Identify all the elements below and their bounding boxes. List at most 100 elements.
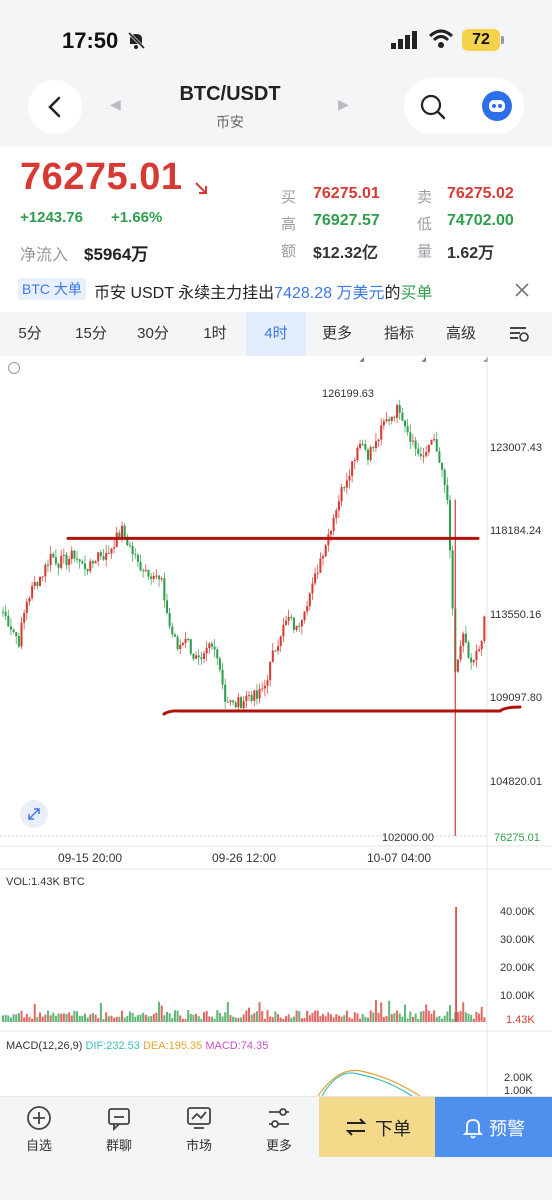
candle [470,657,473,663]
candle [78,559,81,562]
volume-bar [306,1010,309,1022]
x-label-3: 10-07 04:00 [367,851,431,865]
candle [115,532,118,548]
price-change: +1243.76 [20,209,83,226]
volume-bar [173,1010,176,1022]
volume-bar [9,1017,12,1022]
chat-icon [108,1108,130,1131]
volume-bar [49,1015,52,1022]
volume-bar [107,1016,110,1022]
candle [195,655,198,659]
news-banner[interactable]: BTC 大单 币安 USDT 永续主力挂出7428.28 万美元的买单 [0,274,552,310]
expand-chart-button[interactable] [20,800,48,828]
tab-30m[interactable]: 30分 [122,312,184,356]
status-bar: 17:50 72 [0,0,552,78]
candle [287,616,290,621]
volume-bar [292,1016,295,1022]
expand-icon [28,808,40,820]
buy-label: 买 [281,189,297,206]
kline-chart[interactable]: 123007.43 118184.24 113550.16 109097.80 … [0,356,552,1096]
volume-bar [81,1015,84,1022]
volume-bar [343,1015,346,1022]
nav-more[interactable]: 更多 [244,1105,314,1165]
back-button[interactable] [28,80,82,134]
low-label: 低 [417,216,433,233]
interval-tabs: 5分 15分 30分 1时 4时 更多 ◢ 指标 ◢ 高级 ◢ [0,312,552,363]
candle [345,480,348,488]
volume-bar [255,1011,258,1022]
pair-title[interactable]: BTC/USDT [130,83,330,106]
volume-bar [52,1012,55,1022]
volume-bar [470,1014,473,1022]
eye-icon[interactable] [8,362,20,374]
candle [290,616,293,618]
candle [128,545,131,547]
volume-bar [70,1015,73,1022]
candle [176,636,179,650]
search-icon[interactable] [420,94,446,120]
volume-bar [136,1015,139,1022]
tab-indicators[interactable]: 指标 ◢ [368,312,430,363]
candle [390,416,393,421]
tab-more[interactable]: 更多 ◢ [306,312,368,363]
volume-bar [28,1016,31,1022]
volume-value: 1.62万 [447,245,495,262]
volume-bar [335,1014,338,1022]
exchange-name: 币安 [216,114,244,130]
candle [284,620,288,625]
volume-bar [380,1002,383,1022]
chart-canvas[interactable]: 123007.43 118184.24 113550.16 109097.80 … [0,356,552,1096]
candle [181,642,184,645]
volume-bar [308,1015,311,1022]
volume-bar [247,1007,251,1022]
price-alert-button[interactable]: 预警 [435,1097,552,1157]
candle [314,573,317,584]
candle [163,578,166,601]
volume-bar [364,1016,367,1022]
tab-advanced[interactable]: 高级 ◢ [430,312,492,363]
news-middle: 的 [384,285,401,302]
tab-1h[interactable]: 1时 [184,312,246,356]
previous-pair-button[interactable]: ◀ [110,96,121,113]
candle [401,412,404,421]
candle [335,510,338,518]
volume-bar [113,1017,116,1022]
candle [393,416,396,418]
volume-bar [76,1011,79,1022]
candle [343,487,346,489]
tab-4h[interactable]: 4时 [246,312,306,356]
candle [388,419,391,421]
tab-5m[interactable]: 5分 [0,312,60,356]
volume-bar [216,1010,219,1022]
volume-bar [253,1013,256,1022]
candle [213,646,216,650]
tab-15m[interactable]: 15分 [60,312,122,356]
candle [121,525,124,538]
volume-bar [441,1018,444,1022]
place-order-button[interactable]: 下单 [319,1097,435,1157]
nav-market[interactable]: 市场 [164,1105,234,1165]
candle [131,545,134,555]
nav-group-chat[interactable]: 群聊 [84,1105,154,1165]
chevron-left-icon [48,96,61,118]
ai-assistant-icon[interactable] [482,91,512,121]
candle [41,576,44,578]
candle [36,582,39,586]
volume-bar [224,1012,227,1022]
volume-bar [385,1015,388,1022]
candle [417,448,420,454]
macd-value: MACD:74.35 [205,1040,269,1052]
volume-bar [425,1004,428,1022]
candle [472,660,475,663]
next-pair-button[interactable]: ▶ [338,96,349,113]
news-side: 买单 [400,285,433,302]
nav-watchlist[interactable]: 自选 [4,1105,74,1165]
close-icon[interactable] [514,282,530,298]
volume-bar [197,1016,200,1022]
candles [2,399,522,836]
chart-settings-icon[interactable] [508,324,530,344]
market-chart-icon [187,1107,211,1129]
volume-bar [451,1018,454,1022]
volume-bar [303,1017,306,1022]
volume-bar [221,1016,224,1022]
